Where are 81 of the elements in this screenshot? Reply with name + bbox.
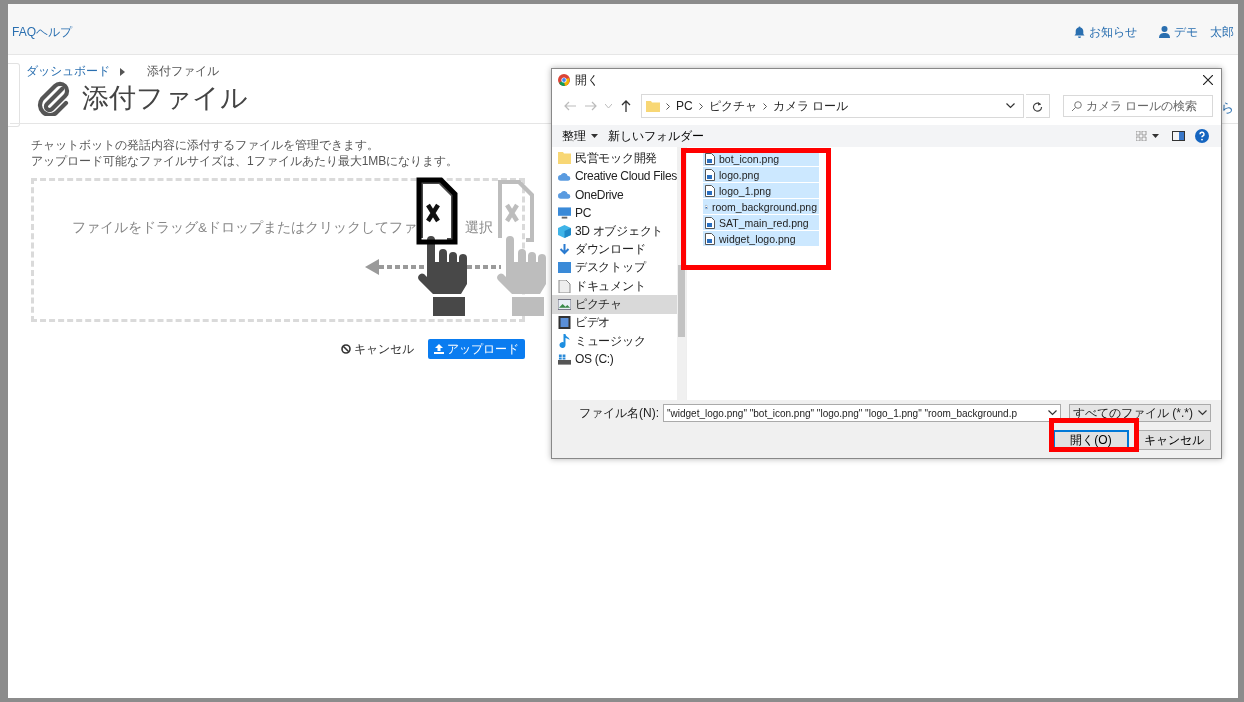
path-segment[interactable]: ピクチャ [708, 97, 757, 115]
browser-logo-icon [558, 74, 570, 86]
chevron-right-icon [698, 102, 703, 110]
organize-menu[interactable]: 整理 [562, 127, 598, 145]
file-item[interactable]: SAT_main_red.png [703, 215, 819, 231]
filename-label: ファイル名(N): [579, 404, 659, 422]
prohibited-icon [341, 344, 351, 354]
breadcrumb-current: 添付ファイル [147, 63, 219, 80]
user-icon [1159, 26, 1170, 38]
address-bar[interactable]: PC ピクチャ カメラ ロール [641, 94, 1024, 118]
computer-icon [558, 207, 571, 220]
upload-button[interactable]: アップロード [428, 339, 525, 359]
upload-icon [434, 344, 444, 354]
scrollbar[interactable] [677, 147, 686, 400]
drive-icon [558, 353, 571, 365]
page-title: 添付ファイル [82, 82, 248, 115]
caret-icon [120, 67, 125, 76]
search-icon [1071, 101, 1082, 112]
chevron-right-icon [762, 102, 767, 110]
refresh-button[interactable] [1026, 94, 1050, 118]
preview-pane-icon[interactable] [1172, 131, 1185, 141]
music-note-icon [558, 334, 571, 349]
refresh-icon [1032, 100, 1043, 112]
nav-item[interactable]: ビデオ [552, 313, 678, 332]
cancel-button[interactable]: キャンセル [335, 339, 420, 359]
drop-zone-text: 選択 [465, 219, 493, 237]
description-text: アップロード可能なファイルサイズは、1ファイルあたり最大1MBになります。 [31, 153, 459, 169]
film-icon [558, 316, 571, 330]
paperclip-icon [36, 80, 70, 116]
notifications-link[interactable]: お知らせ [1074, 23, 1137, 41]
nav-item[interactable]: ミュージック [552, 331, 678, 351]
chevron-down-icon [1198, 410, 1207, 416]
chevron-down-icon [1048, 410, 1057, 416]
dialog-title: 開く [575, 71, 599, 89]
nav-item[interactable]: デスクトップ [552, 258, 678, 278]
partial-text: ら [1221, 99, 1234, 117]
up-arrow-icon [620, 100, 631, 112]
nav-item[interactable]: PC [552, 203, 678, 223]
cube-icon [558, 224, 571, 238]
search-field[interactable]: カメラ ロールの検索 [1063, 95, 1213, 117]
nav-item[interactable]: Creative Cloud Files [552, 167, 678, 186]
chevron-right-icon [666, 102, 670, 110]
file-item[interactable]: logo_1.png [703, 183, 819, 199]
bell-icon [1074, 26, 1085, 38]
path-segment[interactable]: カメラ ロール [772, 97, 848, 115]
breadcrumb-link[interactable]: ダッシュボード [26, 63, 110, 80]
nav-item[interactable]: ドキュメント [552, 277, 678, 296]
filename-field[interactable]: "widget_logo.png" "bot_icon.png" "logo.png" "logo_1.png" "room_background.p [663, 404, 1061, 422]
file-item[interactable]: logo.png [703, 167, 819, 183]
nav-item[interactable]: OneDrive [552, 185, 678, 204]
download-icon [558, 243, 571, 256]
help-icon[interactable] [1195, 129, 1209, 143]
file-item[interactable]: widget_logo.png [703, 231, 819, 247]
path-segment[interactable]: PC [676, 99, 693, 113]
cloud-icon [558, 190, 571, 200]
faq-help-link[interactable]: FAQヘルプ [12, 23, 72, 41]
description-text: チャットボットの発話内容に添付するファイルを管理できます。 [31, 137, 379, 153]
cancel-button[interactable]: キャンセル [1137, 430, 1211, 450]
image-icon [558, 299, 571, 310]
right-arrow-icon [584, 101, 597, 111]
new-folder-button[interactable]: 新しいフォルダー [608, 127, 704, 145]
document-icon [558, 279, 571, 293]
file-item[interactable]: room_background.png [703, 199, 819, 215]
view-options-icon[interactable] [1136, 131, 1162, 141]
nav-item[interactable]: OS (C:) [552, 350, 678, 369]
chevron-down-icon [604, 103, 612, 109]
drop-zone-text: ファイルをドラッグ&ドロップまたはクリックしてファ [72, 219, 417, 237]
cloud-icon [558, 171, 571, 181]
nav-item[interactable]: ピクチャ [552, 295, 678, 314]
nav-item[interactable]: 3D オブジェクト [552, 222, 678, 241]
folder-icon [646, 100, 660, 112]
nav-item[interactable]: 民営モック開発 [552, 149, 678, 168]
left-arrow-icon [563, 101, 576, 111]
desktop-icon [558, 262, 571, 274]
close-button[interactable] [1201, 73, 1215, 87]
folder-icon [558, 152, 571, 165]
caret-icon [591, 134, 598, 138]
user-menu[interactable]: デモ 太郎 [1159, 23, 1234, 41]
nav-item[interactable]: ダウンロード [552, 240, 678, 259]
chevron-down-icon [1006, 103, 1015, 109]
close-icon [1203, 75, 1213, 85]
